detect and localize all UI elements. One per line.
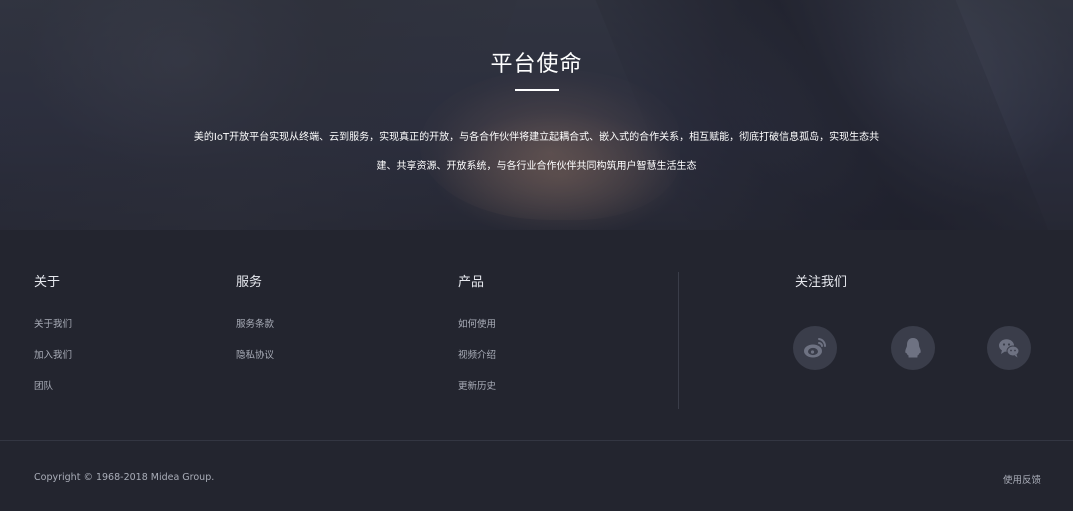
footer-link-how-to-use[interactable]: 如何使用: [458, 317, 496, 348]
footer-link-video-intro[interactable]: 视频介绍: [458, 348, 496, 379]
footer-link-team[interactable]: 团队: [34, 379, 72, 410]
footer-column-about: 关于 关于我们 加入我们 团队: [34, 275, 72, 410]
copyright-text: Copyright © 1968-2018 Midea Group.: [34, 472, 215, 483]
qq-button[interactable]: [891, 326, 935, 370]
follow-us-title: 关注我们: [795, 275, 848, 290]
weibo-button[interactable]: [793, 326, 837, 370]
footer-column-service: 服务 服务条款 隐私协议: [236, 275, 274, 379]
footer-link-terms[interactable]: 服务条款: [236, 317, 274, 348]
weibo-icon: [804, 338, 827, 358]
footer-column-title: 产品: [458, 275, 485, 290]
hero-overlay: [0, 0, 1073, 230]
footer-link-update-history[interactable]: 更新历史: [458, 379, 496, 410]
wechat-button[interactable]: [987, 326, 1031, 370]
hero-title: 平台使命: [490, 52, 583, 77]
hero-description-line-1: 美的IoT开放平台实现从终端、云到服务，实现真正的开放，与各合作伙伴将建立起耦合…: [193, 132, 880, 143]
footer-column-title: 服务: [236, 275, 263, 290]
hero-banner: 平台使命 美的IoT开放平台实现从终端、云到服务，实现真正的开放，与各合作伙伴将…: [0, 0, 1073, 230]
qq-icon: [905, 338, 921, 358]
footer-link-about-us[interactable]: 关于我们: [34, 317, 72, 348]
site-footer: 关于 关于我们 加入我们 团队 服务 服务条款 隐私协议 产品 如何使用 视频介…: [0, 230, 1073, 511]
footer-horizontal-divider: [0, 440, 1073, 441]
hero-description-line-2: 建、共享资源、开放系统，与各行业合作伙伴共同构筑用户智慧生活生态: [376, 161, 697, 172]
feedback-link[interactable]: 使用反馈: [1003, 472, 1041, 486]
footer-vertical-divider: [678, 272, 679, 409]
footer-link-join-us[interactable]: 加入我们: [34, 348, 72, 379]
wechat-icon: [999, 339, 1020, 358]
footer-column-title: 关于: [34, 275, 61, 290]
hero-description: 美的IoT开放平台实现从终端、云到服务，实现真正的开放，与各合作伙伴将建立起耦合…: [150, 123, 923, 181]
footer-column-product: 产品 如何使用 视频介绍 更新历史: [458, 275, 496, 410]
footer-link-privacy[interactable]: 隐私协议: [236, 348, 274, 379]
hero-title-underline: [515, 89, 559, 91]
